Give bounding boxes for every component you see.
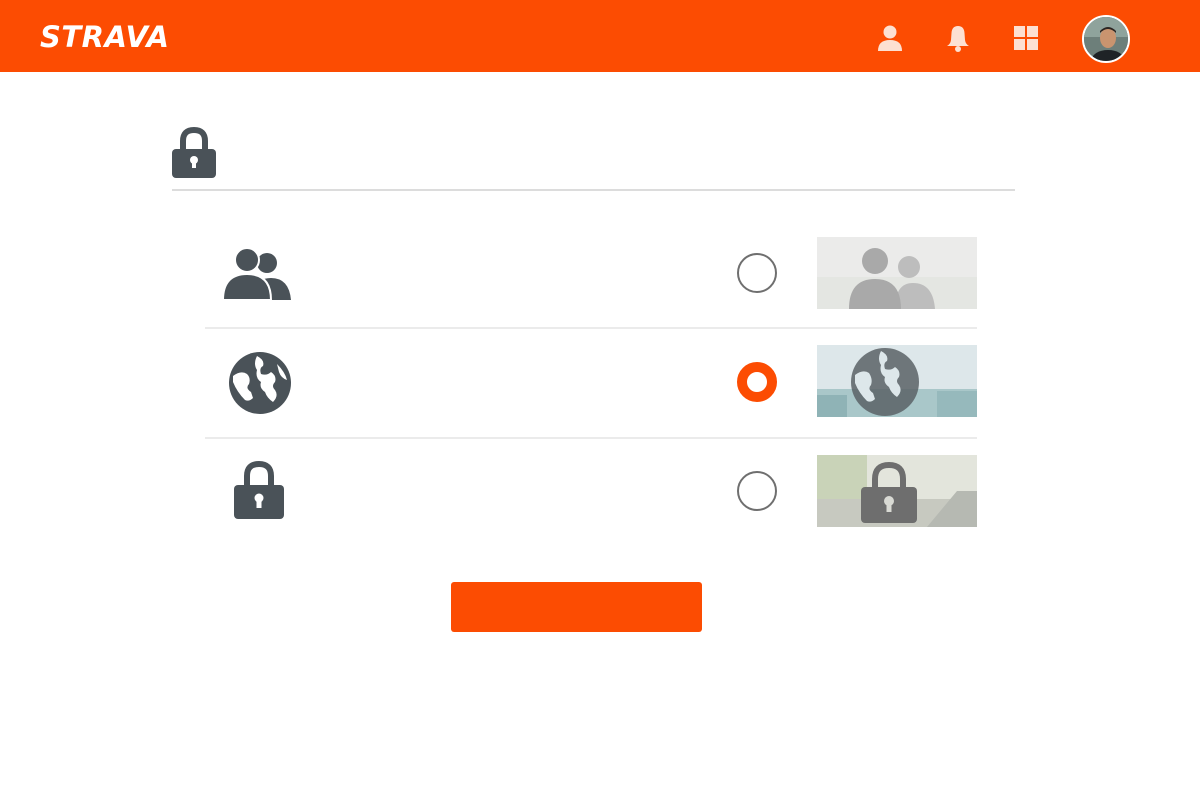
top-navigation-bar: STRAVA [0,0,1200,72]
only-you-radio[interactable] [737,471,777,511]
everyone-preview [817,345,977,417]
followers-icon [221,246,293,300]
only-you-preview [817,455,977,527]
privacy-option-only-you[interactable] [205,438,977,548]
bell-icon[interactable] [942,22,974,54]
strava-logo[interactable]: STRAVA [40,22,169,52]
globe-icon [227,350,293,416]
privacy-option-followers[interactable] [205,218,977,328]
save-button[interactable] [451,582,702,632]
grid-icon[interactable] [1010,22,1042,54]
everyone-radio[interactable] [737,362,777,402]
brand-name: STRAVA [40,20,170,54]
section-divider [172,189,1015,191]
user-icon[interactable] [874,22,906,54]
followers-radio[interactable] [737,253,777,293]
privacy-lock-icon [168,126,220,180]
privacy-option-everyone[interactable] [205,328,977,438]
lock-icon [231,460,287,522]
followers-preview [817,237,977,309]
profile-avatar[interactable] [1082,15,1130,63]
